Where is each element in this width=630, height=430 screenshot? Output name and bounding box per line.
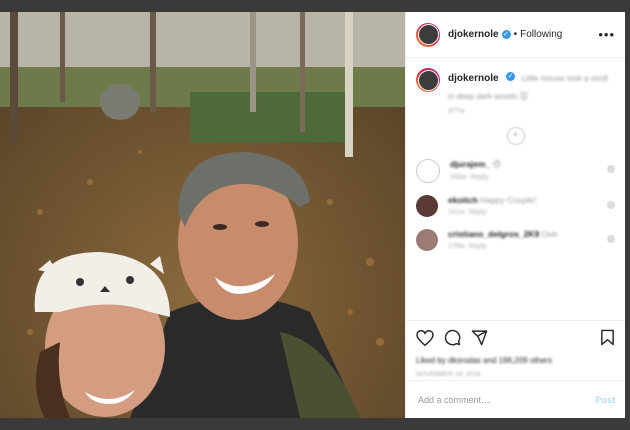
comment-like-icon[interactable]	[607, 201, 615, 209]
comment-body: ekoitch Happy Couple! 161w Reply	[448, 195, 607, 216]
username[interactable]: djokernole	[448, 29, 499, 40]
post-actions: Liked by dkorodas and 196,209 others NOV…	[406, 320, 625, 378]
comment-username[interactable]: djurajem_	[450, 159, 490, 169]
caption-time: 377w	[448, 108, 465, 115]
verified-badge-icon: ✓	[506, 72, 516, 82]
comment-text: Ooh	[541, 229, 558, 239]
comment-username[interactable]: cristiano_delgros_2K9	[448, 229, 539, 239]
comment-time: 160w	[450, 174, 467, 181]
post-header: djokernole ✓ • Following •••	[406, 12, 625, 58]
comment-body: cristiano_delgros_2K9 Ooh 178w Reply	[448, 229, 607, 250]
share-icon[interactable]	[471, 329, 488, 346]
reply-link[interactable]: Reply	[469, 243, 487, 250]
comments-list[interactable]: djokernole ✓ Little mouse took a stroll …	[406, 58, 625, 320]
comment-row: cristiano_delgros_2K9 Ooh 178w Reply	[416, 229, 615, 251]
verified-badge-icon: ✓	[501, 30, 511, 39]
comment-like-icon[interactable]	[607, 235, 615, 243]
comment-time: 178w	[448, 243, 465, 250]
caption: djokernole ✓ Little mouse took a stroll …	[416, 68, 615, 115]
post-button[interactable]: Post	[595, 395, 615, 405]
load-more-comments-icon[interactable]: +	[506, 127, 525, 145]
separator-dot: •	[513, 29, 518, 40]
post-modal: djokernole ✓ • Following ••• djokernole …	[0, 12, 625, 418]
comment-username[interactable]: ekoitch	[448, 195, 478, 205]
comment-row: djurajem_ 😍 160w Reply	[416, 159, 615, 183]
reply-link[interactable]: Reply	[469, 209, 487, 216]
comment-body: djurajem_ 😍 160w Reply	[450, 159, 607, 181]
post-date: NOVEMBER 18, 2018	[416, 371, 481, 378]
following-button[interactable]: Following	[520, 29, 562, 40]
more-options-icon[interactable]: •••	[598, 27, 615, 42]
add-comment-bar: Post	[406, 380, 625, 418]
heart-icon[interactable]	[416, 329, 434, 346]
comment-text: 😍	[492, 159, 502, 169]
comment-avatar[interactable]	[416, 229, 438, 251]
post-photo[interactable]	[0, 12, 405, 418]
comment-like-icon[interactable]	[607, 165, 615, 173]
comment-icon[interactable]	[444, 329, 461, 346]
bookmark-icon[interactable]	[600, 329, 615, 346]
add-comment-input[interactable]	[416, 393, 596, 406]
reply-link[interactable]: Reply	[471, 174, 489, 181]
comment-time: 161w	[448, 209, 465, 216]
comment-avatar[interactable]	[416, 159, 440, 183]
likes-text[interactable]: Liked by dkorodas and 196,209 others	[416, 356, 615, 365]
post-sidebar: djokernole ✓ • Following ••• djokernole …	[405, 12, 625, 418]
comment-row: ekoitch Happy Couple! 161w Reply	[416, 195, 615, 217]
caption-username[interactable]: djokernole	[448, 73, 499, 84]
comment-text: Happy Couple!	[480, 195, 537, 205]
caption-avatar[interactable]	[416, 68, 440, 92]
avatar[interactable]	[416, 22, 440, 47]
photo-illustration	[0, 12, 405, 418]
comment-avatar[interactable]	[416, 195, 438, 217]
